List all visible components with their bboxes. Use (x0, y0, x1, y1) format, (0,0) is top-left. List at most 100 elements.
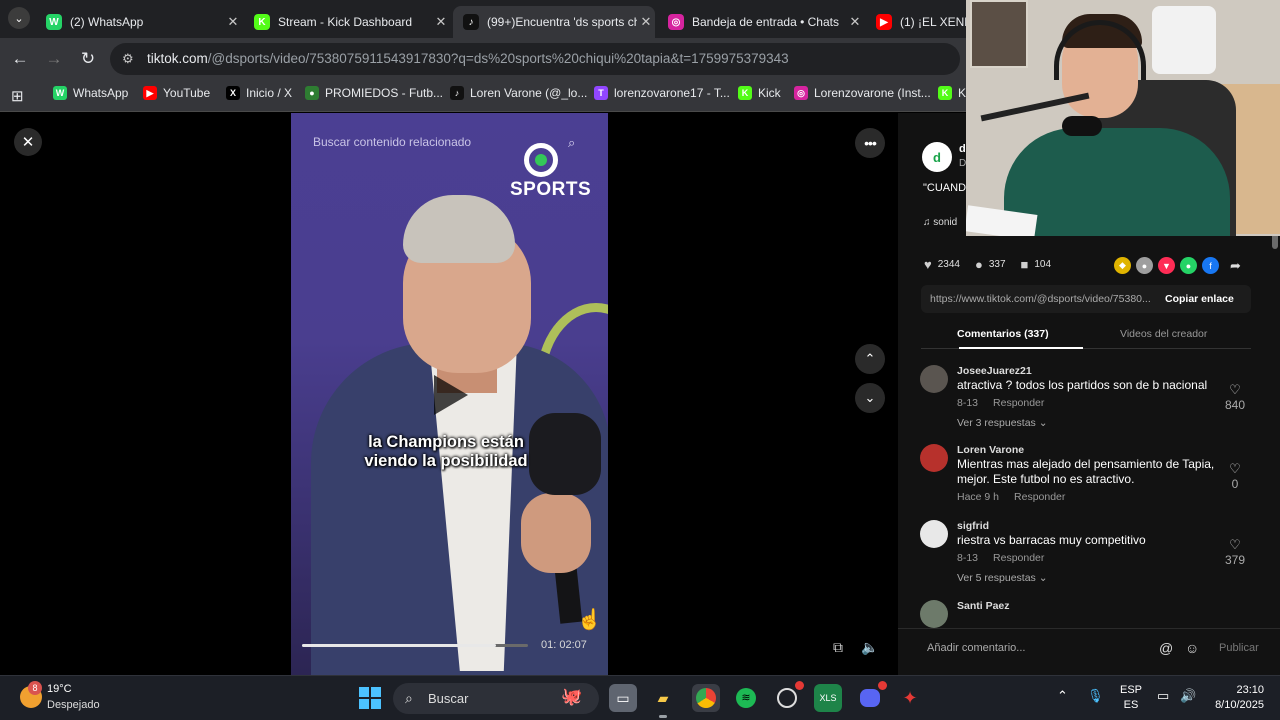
file-explorer-icon[interactable]: ▰ (649, 684, 677, 718)
volume-icon[interactable]: 🔈 (858, 635, 882, 659)
next-video-button[interactable]: ⌄ (855, 383, 885, 413)
browser-tab[interactable]: K Stream - Kick Dashboard ✕ (244, 6, 450, 38)
close-tab-icon[interactable]: ✕ (432, 14, 450, 30)
promiedos-icon: ● (305, 86, 319, 100)
bookmark-label: K (958, 86, 967, 100)
address-bar[interactable]: ⚙ tiktok.com/@dsports/video/753807591154… (110, 43, 960, 75)
browser-tab[interactable]: ♪ (99+)Encuentra 'ds sports ch ✕ (453, 6, 655, 38)
author-avatar[interactable]: d (922, 142, 952, 172)
bookmark-icon[interactable]: ■ (1021, 257, 1029, 272)
mention-icon[interactable]: @ (1159, 640, 1173, 656)
speaker-icon[interactable]: 🔊 (1180, 688, 1196, 704)
language-indicator[interactable]: ESP ES (1120, 683, 1142, 713)
share-arrow-icon[interactable]: ➦ (1230, 258, 1241, 274)
view-replies-link[interactable]: Ver 5 respuestas ⌄ (957, 572, 1048, 584)
related-search-input[interactable]: Buscar contenido relacionado (313, 135, 471, 149)
comment-like[interactable]: ♡ 0 (1222, 461, 1248, 491)
tab-comments[interactable]: Comentarios (337) (957, 328, 1049, 340)
bookmark-label: Inicio / X (246, 86, 293, 100)
active-tab-indicator (959, 347, 1083, 349)
network-icon[interactable]: ▭ (1157, 688, 1169, 704)
weather-description[interactable]: Despejado (47, 699, 100, 711)
friends-share-icon[interactable]: ● (1136, 257, 1153, 274)
hidden-icons-chevron[interactable]: ⌃ (1057, 688, 1068, 704)
close-tab-icon[interactable]: ✕ (846, 14, 864, 30)
view-replies-link[interactable]: Ver 3 respuestas ⌄ (957, 417, 1048, 429)
task-view-icon[interactable]: ▭ (609, 684, 637, 712)
steam-icon[interactable] (773, 681, 804, 712)
system-clock[interactable]: 23:10 8/10/2025 (1206, 683, 1264, 713)
bookmark-item[interactable]: Tlorenzovarone17 - T... (594, 86, 730, 100)
tab-title: (2) WhatsApp (70, 15, 144, 29)
comment-input[interactable]: Añadir comentario... (927, 642, 1025, 654)
tab-title: Bandeja de entrada • Chats (692, 15, 839, 29)
close-video-button[interactable]: ✕ (14, 128, 42, 156)
bookmark-item[interactable]: ● PROMIEDOS - Futb... (305, 86, 443, 100)
picture-in-picture-icon[interactable]: ⧉ (826, 635, 850, 659)
whatsapp-share-icon[interactable]: ● (1180, 257, 1197, 274)
close-tab-icon[interactable]: ✕ (224, 14, 242, 30)
comment-icon[interactable]: ● (975, 257, 983, 272)
comment-avatar[interactable] (920, 444, 948, 472)
red-app-icon[interactable]: ✦ (896, 684, 924, 712)
apps-grid-icon[interactable]: ⊞ (11, 87, 24, 105)
comment-avatar[interactable] (920, 600, 948, 628)
browser-tab[interactable]: ◎ Bandeja de entrada • Chats ✕ (658, 6, 864, 38)
bookmark-item[interactable]: X Inicio / X (226, 86, 292, 100)
spotify-icon[interactable]: ≋ (732, 684, 760, 712)
comment-like-count: 379 (1224, 553, 1246, 567)
embed-share-icon[interactable]: ◆ (1114, 257, 1131, 274)
comment-like[interactable]: ♡ 840 (1222, 382, 1248, 412)
reply-button[interactable]: Responder (993, 552, 1044, 564)
discord-icon[interactable] (856, 681, 887, 712)
comment-username[interactable]: Loren Varone (957, 444, 1024, 456)
reply-button[interactable]: Responder (993, 397, 1044, 409)
comment-username[interactable]: Santi Paez (957, 600, 1010, 612)
chrome-icon[interactable] (692, 684, 720, 712)
close-tab-icon[interactable]: ✕ (637, 14, 655, 30)
reload-button[interactable]: ↻ (76, 47, 100, 71)
tab-search-button[interactable]: ⌄ (8, 7, 30, 29)
comment-avatar[interactable] (920, 520, 948, 548)
video-player[interactable]: Buscar contenido relacionado ⌕ SPORTS la… (291, 113, 608, 675)
tab-creator-videos[interactable]: Videos del creador (1120, 328, 1207, 340)
more-options-button[interactable]: ••• (855, 128, 885, 158)
back-button[interactable]: ← (8, 47, 32, 71)
publish-button[interactable]: Publicar (1219, 642, 1259, 654)
site-info-icon[interactable]: ⚙ (122, 51, 134, 67)
taskbar-search[interactable]: ⌕ Buscar 🐙 (393, 683, 599, 714)
copy-link-button[interactable]: Copiar enlace (1165, 293, 1234, 305)
weather-badge: 8 (28, 681, 42, 695)
repost-share-icon[interactable]: ▼ (1158, 257, 1175, 274)
comment-like[interactable]: ♡ 379 (1222, 537, 1248, 567)
panel-scrollbar[interactable] (1272, 231, 1278, 611)
sound-link[interactable]: ♫ sonid (923, 217, 957, 228)
excel-icon[interactable]: XLS (814, 684, 842, 712)
browser-tab[interactable]: ▶ (1) ¡EL XENEIZ (866, 6, 966, 38)
search-highlight-icon: 🐙 (561, 687, 583, 706)
video-progress-bar[interactable] (302, 644, 528, 647)
weather-temperature[interactable]: 19°C (47, 683, 72, 695)
author-name[interactable]: d (959, 143, 966, 155)
bookmark-item[interactable]: KK (938, 86, 966, 100)
comment-username[interactable]: sigfrid (957, 520, 989, 532)
video-time: 01: 02:07 (541, 639, 587, 651)
emoji-icon[interactable]: ☺ (1185, 640, 1199, 656)
bookmark-item[interactable]: ♪ Loren Varone (@_lo... (450, 86, 587, 100)
comment-username[interactable]: JoseeJuarez21 (957, 365, 1032, 377)
previous-video-button[interactable]: ⌃ (855, 344, 885, 374)
post-description: "CUAND REALME (923, 182, 968, 194)
bookmark-item[interactable]: W WhatsApp (53, 86, 128, 100)
like-heart-icon[interactable]: ♥ (924, 257, 932, 272)
reply-button[interactable]: Responder (1014, 491, 1065, 503)
microphone-tray-icon[interactable]: 🎙 (1087, 688, 1104, 704)
forward-button[interactable]: → (42, 47, 66, 71)
facebook-share-icon[interactable]: f (1202, 257, 1219, 274)
windows-start-icon[interactable] (359, 687, 381, 709)
bookmark-item[interactable]: ▶ YouTube (143, 86, 210, 100)
browser-tab[interactable]: W (2) WhatsApp ✕ (36, 6, 242, 38)
play-icon[interactable] (434, 375, 468, 415)
bookmark-item[interactable]: K Kick (738, 86, 781, 100)
comment-avatar[interactable] (920, 365, 948, 393)
bookmark-item[interactable]: ◎ Lorenzovarone (Inst... (794, 86, 931, 100)
